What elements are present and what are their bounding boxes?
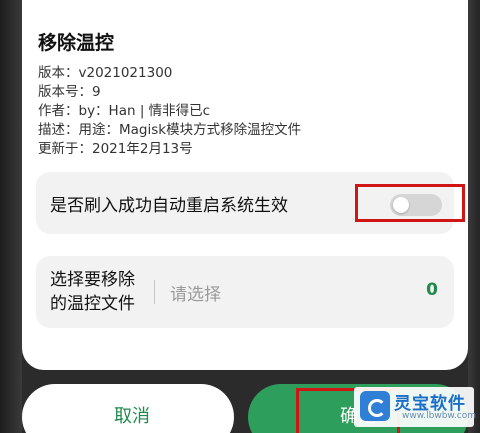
select-label: 选择要移除的温控文件 <box>50 270 135 314</box>
dim-overlay-left <box>0 0 22 433</box>
watermark: 灵宝软件 www.lbwbw.com <box>354 387 477 427</box>
auto-reboot-option: 是否刷入成功自动重启系统生效 <box>36 172 465 234</box>
info-author: 作者：by：Han | 情非得已c <box>38 103 211 119</box>
auto-reboot-label: 是否刷入成功自动重启系统生效 <box>50 196 288 216</box>
select-divider <box>154 280 155 304</box>
thermal-file-selector[interactable]: 选择要移除的温控文件 请选择 0 <box>36 256 454 328</box>
selected-count: 0 <box>426 280 438 300</box>
watermark-url: www.lbwbw.com <box>402 411 477 421</box>
watermark-logo-icon <box>360 391 390 421</box>
dim-overlay-right <box>468 0 480 433</box>
toggle-highlight-box <box>355 184 465 222</box>
module-info: 版本：v2021021300 版本号：9 作者：by：Han | 情非得已c 描… <box>38 64 301 159</box>
select-placeholder: 请选择 <box>170 285 221 305</box>
cancel-button[interactable]: 取消 <box>22 384 234 433</box>
remove-thermal-dialog: 移除温控 版本：v2021021300 版本号：9 作者：by：Han | 情非… <box>22 0 468 370</box>
dialog-title: 移除温控 <box>38 32 115 54</box>
info-version-code: 版本号：9 <box>38 84 101 100</box>
info-version: 版本：v2021021300 <box>38 65 173 81</box>
info-updated: 更新于：2021年2月13号 <box>38 141 193 157</box>
info-description: 描述：用途：Magisk模块方式移除温控文件 <box>38 122 302 138</box>
